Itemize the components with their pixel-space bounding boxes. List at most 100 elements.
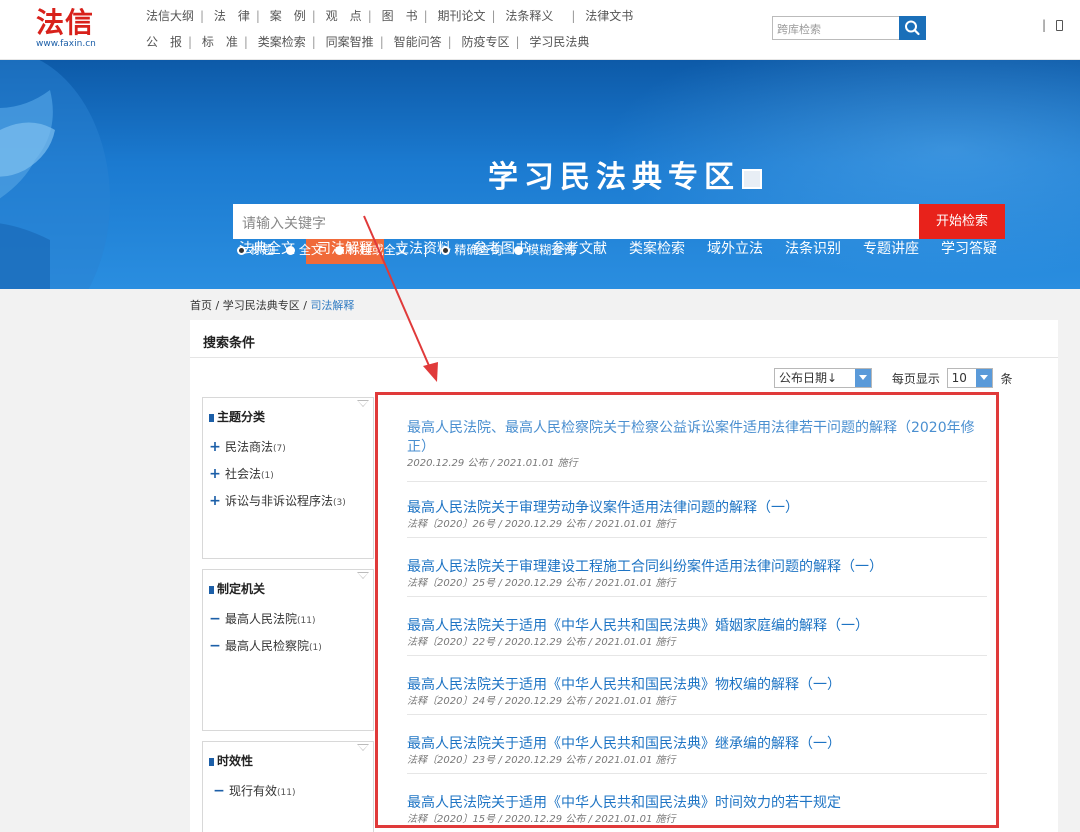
result-meta: 2020.12.29 公布 / 2021.01.01 施行: [407, 458, 578, 469]
site-logo[interactable]: 法信 www.faxin.cn: [36, 8, 116, 52]
nav-link[interactable]: 同案智推: [326, 33, 374, 50]
marker-icon: [209, 585, 214, 594]
result-item[interactable]: 最高人民法院、最高人民检察院关于检察公益诉讼案件适用法律若干问题的解释（2020…: [407, 419, 987, 482]
search-options: 标题 全文 标题或全文 | 精确查询 模糊查询: [237, 241, 583, 258]
nav-link[interactable]: 期刊论文: [437, 7, 485, 24]
result-item[interactable]: 最高人民法院关于审理劳动争议案件适用法律问题的解释（一） 法释〔2020〕26号…: [407, 499, 987, 538]
divider: |: [1042, 18, 1047, 32]
option-divider: |: [423, 243, 428, 257]
result-title[interactable]: 最高人民法院关于审理劳动争议案件适用法律问题的解释（一）: [407, 499, 987, 518]
filter-validity: 时效性 − 现行有效(11): [202, 741, 374, 832]
nav-link[interactable]: 防疫专区: [461, 33, 509, 50]
filter-title: 时效性: [209, 752, 253, 769]
result-meta: 法释〔2020〕25号 / 2020.12.29 公布 / 2021.01.01…: [407, 578, 676, 589]
nav-link[interactable]: 案 例: [270, 7, 306, 24]
radio-exact-match[interactable]: 精确查询: [441, 241, 502, 258]
breadcrumb-home[interactable]: 首页: [190, 299, 212, 312]
filter-item[interactable]: − 现行有效(11): [213, 782, 295, 799]
breadcrumb-section[interactable]: 学习民法典专区: [223, 299, 300, 312]
logo-url: www.faxin.cn: [36, 39, 96, 49]
sort-controls: 公布日期↓ 每页显示 10 条: [774, 368, 1013, 388]
result-title[interactable]: 最高人民法院关于适用《中华人民共和国民法典》时间效力的若干规定: [407, 794, 987, 813]
banner: 学习民法典专区 法典全文 司法解释 立法资料 参考图书 参考文献 类案检索 域外立法 法条识别…: [0, 60, 1080, 289]
filter-authority: 制定机关 − 最高人民法院(11) − 最高人民检察院(1): [202, 569, 374, 731]
radio-title-or-full-text[interactable]: 标题或全文: [334, 241, 408, 258]
collapse-icon[interactable]: [357, 744, 369, 751]
result-meta: 法释〔2020〕15号 / 2020.12.29 公布 / 2021.01.01…: [407, 814, 676, 825]
top-nav-row-1: 法信大纲 | 法 律 | 案 例 | 观 点 | 图 书 | 期刊论文 | 法条释义 | 法…: [146, 7, 634, 24]
radio-selected-icon: [237, 246, 246, 255]
filter-title: 制定机关: [209, 580, 265, 597]
top-bar: 法信 www.faxin.cn 法信大纲 | 法 律 | 案 例 | 观 点 | 图 书…: [0, 0, 1080, 60]
result-title[interactable]: 最高人民法院关于适用《中华人民共和国民法典》物权编的解释（一）: [407, 676, 987, 695]
chevron-down-icon: [855, 369, 871, 387]
nav-link[interactable]: 法 律: [214, 7, 250, 24]
nav-link[interactable]: 学习民法典: [529, 33, 589, 50]
logo-text: 法信: [36, 6, 95, 39]
filter-title: 主题分类: [209, 408, 265, 425]
banner-title: 学习民法典专区: [488, 160, 762, 196]
banner-emblem-decoration: [0, 60, 110, 289]
filter-item[interactable]: + 社会法(1): [209, 465, 274, 482]
radio-icon: [285, 246, 295, 255]
result-item[interactable]: 最高人民法院关于审理建设工程施工合同纠纷案件适用法律问题的解释（一） 法释〔20…: [407, 558, 987, 597]
nav-link[interactable]: 法律文书: [585, 7, 633, 24]
result-meta: 法释〔2020〕22号 / 2020.12.29 公布 / 2021.01.01…: [407, 637, 676, 648]
panel-title: 搜索条件: [190, 320, 1058, 358]
collapse-icon[interactable]: [357, 572, 369, 579]
result-meta: 法释〔2020〕26号 / 2020.12.29 公布 / 2021.01.01…: [407, 519, 676, 530]
result-meta: 法释〔2020〕23号 / 2020.12.29 公布 / 2021.01.01…: [407, 755, 676, 766]
qr-code-icon[interactable]: [742, 168, 762, 189]
filter-item[interactable]: − 最高人民检察院(1): [209, 637, 322, 654]
radio-icon: [334, 246, 344, 255]
sort-select[interactable]: 公布日期↓: [774, 368, 872, 388]
keyword-search-input[interactable]: 请输入关键字: [233, 204, 919, 239]
result-title[interactable]: 最高人民法院关于适用《中华人民共和国民法典》婚姻家庭编的解释（一）: [407, 617, 987, 636]
minus-icon: −: [209, 638, 221, 654]
nav-link[interactable]: 法信大纲: [146, 7, 194, 24]
collapse-icon[interactable]: [357, 400, 369, 407]
cross-db-search: 跨库检索: [772, 16, 926, 40]
keyword-search: 请输入关键字 开始检索: [233, 204, 1005, 239]
filter-item[interactable]: + 民法商法(7): [209, 438, 286, 455]
nav-link[interactable]: 观 点: [326, 7, 362, 24]
search-button[interactable]: [899, 16, 926, 40]
marker-icon: [209, 757, 214, 766]
nav-link[interactable]: 图 书: [382, 7, 418, 24]
marker-icon: [209, 413, 214, 422]
per-page-unit: 条: [1000, 371, 1013, 386]
result-item[interactable]: 最高人民法院关于适用《中华人民共和国民法典》继承编的解释（一） 法释〔2020〕…: [407, 735, 987, 774]
radio-full-text[interactable]: 全文: [285, 241, 323, 258]
nav-link[interactable]: 法条释义: [505, 7, 553, 24]
filter-topic: 主题分类 + 民法商法(7) + 社会法(1) + 诉讼与非诉讼程序法(3): [202, 397, 374, 559]
nav-link[interactable]: 标 准: [202, 33, 238, 50]
result-title[interactable]: 最高人民法院关于审理建设工程施工合同纠纷案件适用法律问题的解释（一）: [407, 558, 987, 577]
nav-link[interactable]: 智能问答: [394, 33, 442, 50]
chevron-down-icon: [975, 369, 992, 387]
radio-selected-icon: [441, 246, 451, 255]
result-item[interactable]: 最高人民法院关于适用《中华人民共和国民法典》物权编的解释（一） 法释〔2020〕…: [407, 676, 987, 715]
radio-fuzzy-match[interactable]: 模糊查询: [514, 241, 575, 258]
nav-link[interactable]: 公 报: [146, 33, 182, 50]
top-nav-row-2: 公 报 | 标 准 | 类案检索 | 同案智推 | 智能问答 | 防疫专区 | 学习民法典: [146, 33, 590, 50]
minus-icon: −: [213, 783, 225, 799]
result-title[interactable]: 最高人民法院关于适用《中华人民共和国民法典》继承编的解释（一）: [407, 735, 987, 754]
search-icon: [905, 20, 920, 36]
breadcrumb: 首页 / 学习民法典专区 / 司法解释: [190, 299, 355, 312]
cross-db-search-input[interactable]: 跨库检索: [772, 16, 900, 40]
per-page-label: 每页显示: [891, 371, 940, 386]
filter-item[interactable]: − 最高人民法院(11): [209, 610, 315, 627]
plus-icon: +: [209, 493, 221, 509]
start-search-button[interactable]: 开始检索: [919, 204, 1005, 239]
result-item[interactable]: 最高人民法院关于适用《中华人民共和国民法典》婚姻家庭编的解释（一） 法释〔202…: [407, 617, 987, 656]
result-item[interactable]: 最高人民法院关于适用《中华人民共和国民法典》时间效力的若干规定 法释〔2020〕…: [407, 794, 987, 826]
nav-link[interactable]: 类案检索: [258, 33, 306, 50]
per-page-select[interactable]: 10: [946, 368, 993, 388]
breadcrumb-current: 司法解释: [310, 299, 355, 312]
filter-item[interactable]: + 诉讼与非诉讼程序法(3): [209, 492, 346, 509]
mobile-icon[interactable]: [1055, 20, 1063, 31]
radio-title[interactable]: 标题: [237, 241, 274, 258]
result-meta: 法释〔2020〕24号 / 2020.12.29 公布 / 2021.01.01…: [407, 696, 676, 707]
minus-icon: −: [209, 611, 221, 627]
result-title[interactable]: 最高人民法院、最高人民检察院关于检察公益诉讼案件适用法律若干问题的解释（2020…: [407, 419, 987, 457]
